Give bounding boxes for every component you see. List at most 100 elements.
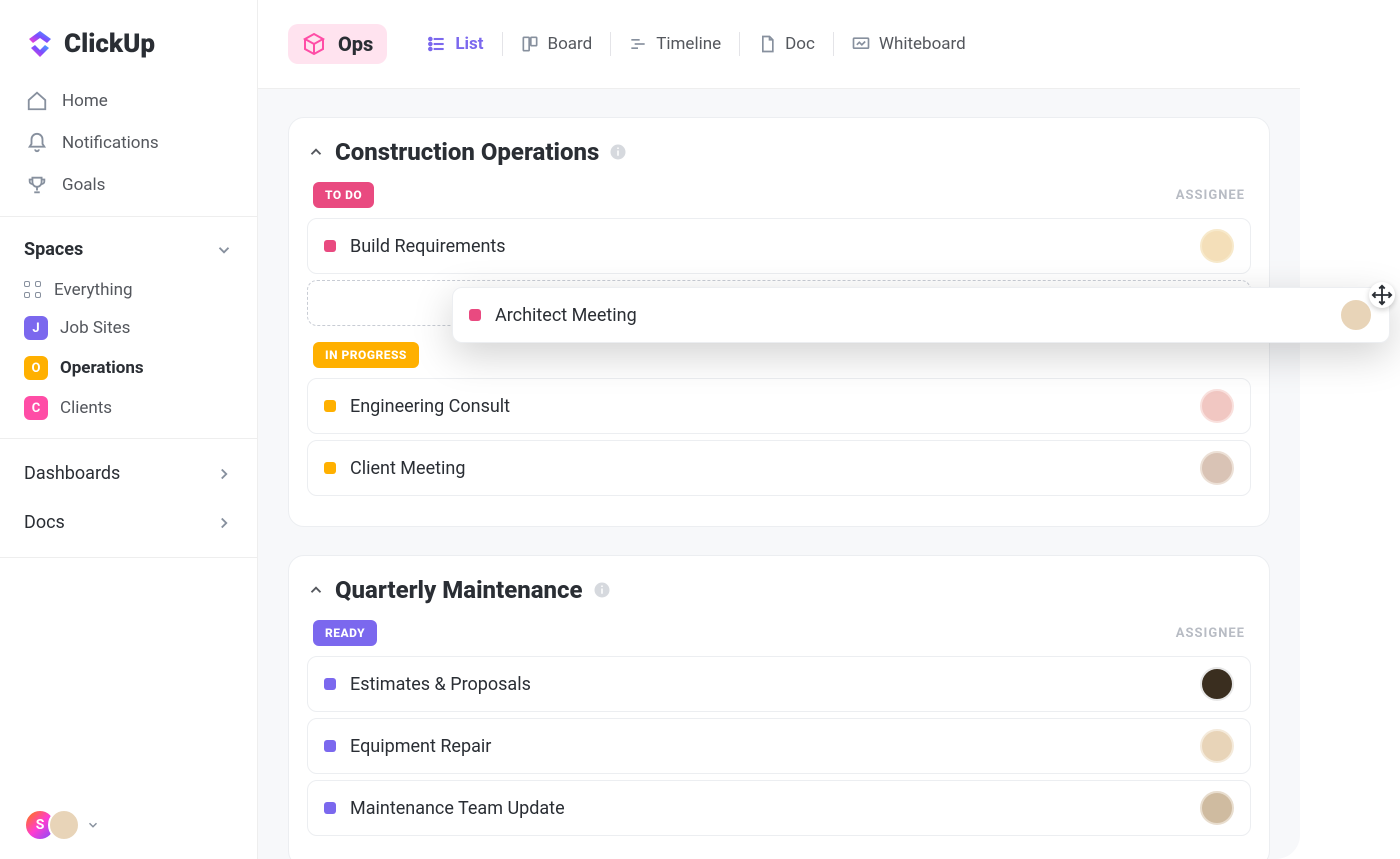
info-icon[interactable] (609, 143, 627, 161)
space-badge: J (24, 316, 48, 340)
assignee-avatar[interactable] (1200, 667, 1234, 701)
assignee-avatar[interactable] (1339, 298, 1373, 332)
whiteboard-icon (851, 34, 871, 54)
chevron-down-icon (215, 241, 233, 259)
task-name: Engineering Consult (350, 396, 510, 417)
view-tab-label: Board (548, 34, 593, 54)
view-tab-label: Timeline (656, 34, 721, 54)
divider (0, 216, 257, 217)
spaces-header[interactable]: Spaces (0, 227, 257, 272)
view-tab-label: Doc (785, 34, 815, 54)
sidebar-item-dashboards[interactable]: Dashboards (0, 449, 257, 498)
sidebar-item-label: Job Sites (60, 318, 130, 338)
task-name: Maintenance Team Update (350, 798, 565, 819)
status-pill[interactable]: TO DO (313, 182, 374, 208)
timeline-icon (628, 34, 648, 54)
clickup-logo-icon (24, 28, 56, 60)
chevron-up-icon (307, 581, 325, 599)
status-pill[interactable]: READY (313, 620, 377, 646)
view-tab-whiteboard[interactable]: Whiteboard (833, 26, 984, 62)
content-area: Construction Operations TO DO ASSIGNEE B… (258, 89, 1300, 859)
space-chip[interactable]: Ops (288, 24, 387, 64)
nav-notifications[interactable]: Notifications (12, 122, 245, 164)
sidebar-item-everything[interactable]: Everything (0, 272, 257, 308)
sidebar-item-label: Dashboards (24, 463, 120, 484)
status-dot (324, 678, 336, 690)
view-tabs: List Board Timeline Doc Whiteboard (409, 26, 983, 62)
space-chip-label: Ops (338, 32, 373, 56)
sidebar-item-label: Docs (24, 512, 65, 533)
task-name: Client Meeting (350, 458, 465, 479)
bell-icon (26, 132, 48, 154)
sidebar-item-label: Everything (54, 280, 133, 300)
view-tab-doc[interactable]: Doc (739, 26, 833, 62)
main-content: Ops List Board Timeline Doc (258, 0, 1300, 859)
nav-goals[interactable]: Goals (12, 164, 245, 206)
sidebar-item-label: Clients (60, 398, 112, 418)
status-dot (469, 309, 481, 321)
trophy-icon (26, 174, 48, 196)
primary-nav: Home Notifications Goals (0, 80, 257, 206)
status-header: READY ASSIGNEE (307, 620, 1251, 656)
assignee-avatar[interactable] (1200, 451, 1234, 485)
panel-title: Quarterly Maintenance (335, 576, 583, 604)
view-tab-timeline[interactable]: Timeline (610, 26, 739, 62)
status-dot (324, 462, 336, 474)
view-tab-board[interactable]: Board (502, 26, 611, 62)
panel-title: Construction Operations (335, 138, 599, 166)
move-cursor-icon (1369, 282, 1395, 308)
sidebar-item-operations[interactable]: O Operations (0, 348, 257, 388)
brand-logo: ClickUp (0, 0, 257, 80)
task-row[interactable]: Engineering Consult (307, 378, 1251, 434)
status-header: TO DO ASSIGNEE (307, 182, 1251, 218)
status-pill[interactable]: IN PROGRESS (313, 342, 419, 368)
dragging-task-card[interactable]: Architect Meeting (452, 287, 1390, 343)
divider (0, 557, 257, 558)
divider (0, 438, 257, 439)
task-name: Build Requirements (350, 236, 506, 257)
panel-header[interactable]: Construction Operations (307, 138, 1251, 166)
space-badge: C (24, 396, 48, 420)
assignee-column-header: ASSIGNEE (1176, 626, 1245, 641)
topbar: Ops List Board Timeline Doc (258, 0, 1300, 89)
space-badge: O (24, 356, 48, 380)
task-row[interactable]: Equipment Repair (307, 718, 1251, 774)
info-icon[interactable] (593, 581, 611, 599)
view-tab-list[interactable]: List (409, 26, 501, 62)
chevron-right-icon (215, 514, 233, 532)
assignee-avatar[interactable] (1200, 389, 1234, 423)
task-row[interactable]: Estimates & Proposals (307, 656, 1251, 712)
task-name: Architect Meeting (495, 305, 637, 326)
board-icon (520, 34, 540, 54)
status-dot (324, 802, 336, 814)
view-tab-label: Whiteboard (879, 34, 966, 54)
list-icon (427, 34, 447, 54)
nav-home[interactable]: Home (12, 80, 245, 122)
nav-label: Notifications (62, 133, 159, 153)
chevron-right-icon (215, 465, 233, 483)
assignee-avatar[interactable] (1200, 229, 1234, 263)
everything-icon (24, 281, 42, 299)
nav-label: Home (62, 91, 108, 111)
sidebar-item-clients[interactable]: C Clients (0, 388, 257, 428)
sidebar-item-job-sites[interactable]: J Job Sites (0, 308, 257, 348)
assignee-avatar[interactable] (1200, 791, 1234, 825)
sidebar: ClickUp Home Notifications Goals Spaces … (0, 0, 258, 859)
panel-header[interactable]: Quarterly Maintenance (307, 576, 1251, 604)
status-dot (324, 400, 336, 412)
task-name: Equipment Repair (350, 736, 491, 757)
chevron-up-icon (307, 143, 325, 161)
user-menu[interactable]: S (0, 791, 257, 859)
user-avatar (48, 809, 80, 841)
assignee-avatar[interactable] (1200, 729, 1234, 763)
task-row[interactable]: Client Meeting (307, 440, 1251, 496)
status-dot (324, 740, 336, 752)
task-row[interactable]: Maintenance Team Update (307, 780, 1251, 836)
cube-icon (302, 32, 326, 56)
sidebar-item-label: Operations (60, 358, 144, 378)
list-panel: Quarterly Maintenance READY ASSIGNEE Est… (288, 555, 1270, 859)
sidebar-item-docs[interactable]: Docs (0, 498, 257, 547)
chevron-down-icon (86, 818, 100, 832)
task-name: Estimates & Proposals (350, 674, 531, 695)
task-row[interactable]: Build Requirements (307, 218, 1251, 274)
